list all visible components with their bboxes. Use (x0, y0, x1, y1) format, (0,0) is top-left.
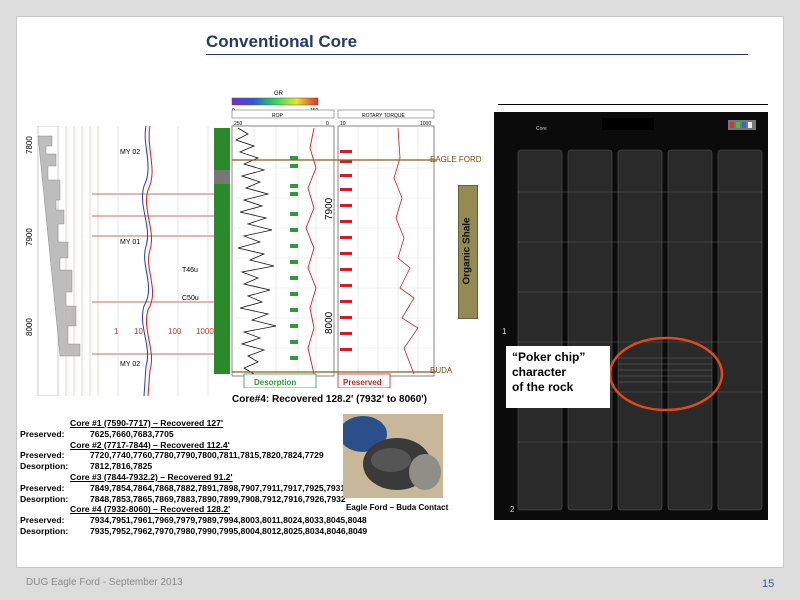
core-row: Preserved: 7625,7660,7683,7705 (20, 429, 367, 440)
core-row-values: 7848,7853,7865,7869,7883,7890,7899,7908,… (90, 493, 346, 504)
depth-mid-label: 8000 (324, 311, 335, 334)
core-row-values: 7812,7816,7825 (90, 461, 153, 472)
rop-header: ROP (272, 113, 284, 119)
core-row-label: Desorption: (20, 493, 69, 504)
core-header: Core #1 (7590-7717) – Recovered 127' (70, 418, 224, 428)
core-row-label: Desorption: (20, 525, 69, 536)
core-row: Preserved: 7934,7951,7961,7969,7979,7989,… (20, 515, 367, 526)
well-log-left: 7800 7900 8000 MY 02 MY 01 MY 02 1 10 10… (18, 126, 218, 396)
core4-caption: Core#4: Recovered 128.2' (7932' to 8060'… (232, 394, 428, 405)
core-row-label: Preserved: (20, 482, 65, 493)
core-row: Desorption: 7812,7816,7825 (20, 461, 367, 472)
core-row: Preserved: 7849,7854,7864,7868,7882,7891,… (20, 483, 367, 494)
callout-line: of the rock (512, 380, 574, 394)
misc-label: C50u (182, 295, 199, 302)
core-row-label: Preserved: (20, 515, 65, 526)
core-column (214, 128, 230, 374)
core-header: Core #4 (7932-8060) – Recovered 128.2' (70, 504, 231, 515)
organic-shale-label: Organic Shale (461, 217, 473, 285)
page-number: 15 (762, 578, 775, 590)
scale-label: 1 (114, 327, 119, 336)
core-photo-art: Core 1 2 (494, 112, 768, 520)
core-summary: Core #1 (7590-7717) – Recovered 127' Pre… (20, 418, 367, 537)
desorption-label: Desorption (254, 378, 296, 387)
core-bottom-number: 1 (502, 327, 507, 336)
contact-caption: Eagle Ford – Buda Contact (346, 503, 449, 512)
track-label: MY 02 (120, 361, 140, 368)
well-log-center: GR 0 150 ROP 250 0 ROTARY TORQUE 10 1000 (214, 91, 436, 388)
core-bottom-number: 2 (510, 505, 515, 514)
photo-top-rule (498, 104, 768, 105)
poker-chip-callout: “Poker chip” character of the rock (506, 346, 610, 408)
callout-line: character (512, 365, 567, 379)
core-row: Desorption: 7935,7952,7962,7970,7980,7990… (20, 526, 367, 537)
track-label: MY 02 (120, 149, 140, 156)
core-header: Core #2 (7717-7844) – Recovered 112.4' (70, 439, 230, 450)
torque-header: ROTARY TORQUE (362, 113, 406, 119)
core-row: Preserved: 7720,7740,7760,7780,7790,7800,… (20, 450, 367, 461)
buda-label: BUDA (430, 366, 453, 375)
depth-label: 8000 (25, 318, 34, 336)
footer-text: DUG Eagle Ford - September 2013 (26, 577, 183, 588)
scale-label: 10 (134, 327, 143, 336)
eagle-ford-label: EAGLE FORD (430, 155, 482, 164)
contact-sample-photo (343, 414, 443, 498)
callout-line: “Poker chip” (512, 350, 586, 364)
scale-label: 100 (168, 327, 182, 336)
core-row-values: 7625,7660,7683,7705 (90, 428, 174, 439)
core-row-values: 7935,7952,7962,7970,7980,7990,7995,8004,… (90, 525, 368, 536)
core-row-label: Desorption: (20, 461, 69, 472)
depth-label: 7900 (25, 228, 34, 246)
core-header: Core #3 (7844-7932.2) – Recovered 91.2' (70, 471, 233, 482)
core-row-values: 7720,7740,7760,7780,7790,7800,7811,7815,… (90, 450, 324, 461)
depth-label: 7800 (25, 136, 34, 154)
track-label: MY 01 (120, 239, 140, 246)
depth-mid-label: 7900 (324, 197, 335, 220)
core-row-values: 7849,7854,7864,7868,7882,7891,7898,7907,… (90, 482, 346, 493)
core-row-label: Preserved: (20, 450, 65, 461)
core-photo: Core 1 2 (494, 112, 768, 520)
scale-label: 1000 (196, 327, 214, 336)
slide-title: Conventional Core (206, 32, 358, 51)
preserved-label: Preserved (343, 378, 382, 387)
core-header-label: Core (536, 126, 547, 132)
core-row-label: Preserved: (20, 428, 65, 439)
misc-label: T46u (182, 267, 198, 274)
core-row-values: 7934,7951,7961,7969,7979,7989,7994,8003,… (90, 515, 367, 526)
core-row: Desorption: 7848,7853,7865,7869,7883,7890… (20, 494, 367, 505)
title-underline (206, 54, 748, 55)
gr-header: GR (274, 91, 284, 97)
